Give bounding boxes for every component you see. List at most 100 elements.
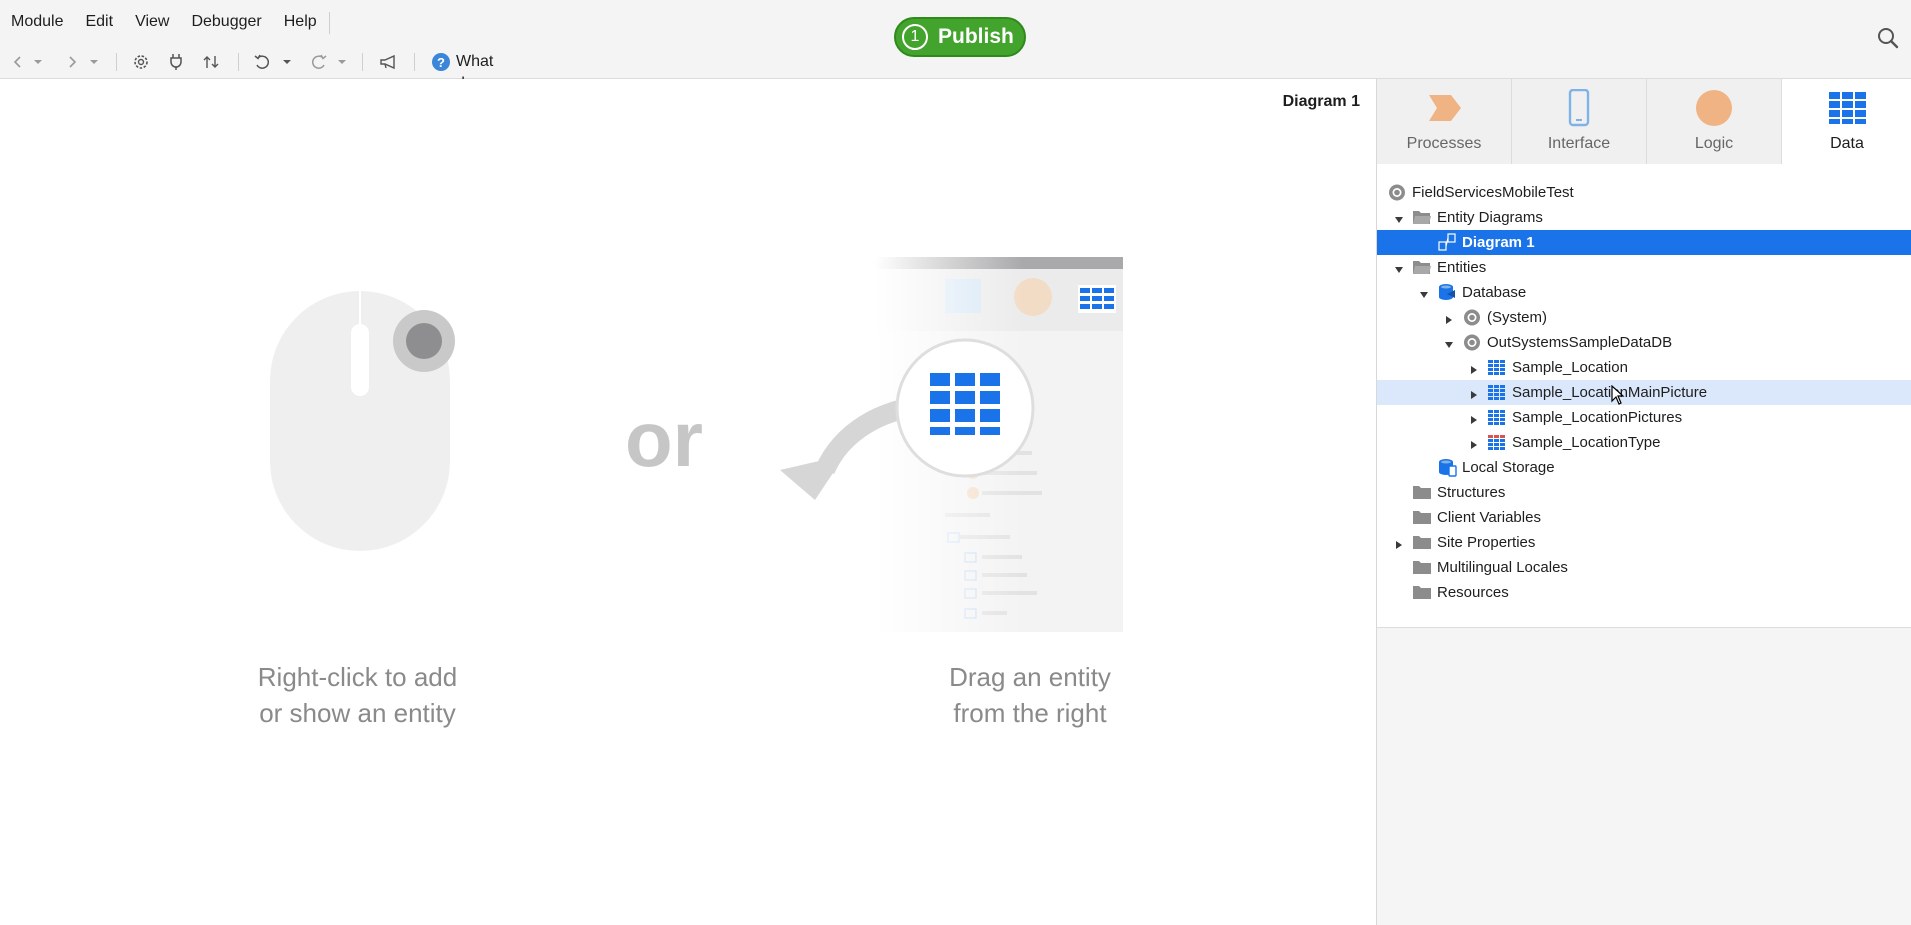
tab-logic[interactable]: Logic <box>1647 79 1782 164</box>
layer-tabs: Processes Interface Logic Data <box>1377 79 1911 164</box>
tree-item-sample-location[interactable]: Sample_Location <box>1377 355 1911 380</box>
tree-item-label: Sample_LocationType <box>1512 434 1661 451</box>
back-icon[interactable] <box>10 52 26 72</box>
collapse-caret-icon[interactable] <box>1394 262 1404 273</box>
elements-tree: FieldServicesMobileTest Entity Diagrams Di… <box>1377 164 1911 628</box>
expand-caret-icon[interactable] <box>1469 362 1479 374</box>
tab-processes[interactable]: Processes <box>1377 79 1512 164</box>
right-panel: Processes Interface Logic Data FieldServ… <box>1376 79 1911 925</box>
tree-item-diagram-1[interactable]: Diagram 1 <box>1377 230 1911 255</box>
tree-item-label: Resources <box>1437 584 1509 601</box>
menu-help[interactable]: Help <box>273 10 328 34</box>
expand-caret-icon[interactable] <box>1469 437 1479 449</box>
expand-caret-icon[interactable] <box>1444 312 1454 324</box>
redo-dropdown-icon[interactable] <box>336 52 348 72</box>
local-storage-icon <box>1437 458 1457 477</box>
help-icon[interactable]: ? <box>432 53 450 71</box>
expand-caret-icon[interactable] <box>1469 412 1479 424</box>
menu-debugger[interactable]: Debugger <box>180 10 272 34</box>
tree-item-label: Entity Diagrams <box>1437 209 1543 226</box>
undo-dropdown-icon[interactable] <box>281 52 293 72</box>
undo-icon[interactable] <box>252 52 272 72</box>
tree-item-database[interactable]: Database <box>1377 280 1911 305</box>
drag-entity-illustration-icon <box>780 257 1123 632</box>
tab-logic-label: Logic <box>1694 135 1734 152</box>
database-icon <box>1437 283 1457 302</box>
forward-icon[interactable] <box>64 52 80 72</box>
back-dropdown-icon[interactable] <box>32 52 44 72</box>
properties-pane <box>1377 628 1911 925</box>
menu-edit[interactable]: Edit <box>74 10 124 34</box>
plug-icon[interactable] <box>167 52 185 72</box>
tree-item-label: Sample_LocationPictures <box>1512 409 1683 426</box>
collapse-caret-icon[interactable] <box>1419 287 1429 298</box>
redo-icon[interactable] <box>309 52 329 72</box>
static-entity-icon <box>1487 433 1507 452</box>
tree-item-sample-locationpictures[interactable]: Sample_LocationPictures <box>1377 405 1911 430</box>
publish-button[interactable]: 1 Publish <box>894 17 1026 57</box>
tree-item-label: Multilingual Locales <box>1437 559 1568 576</box>
tree-item-multilingual-locales[interactable]: Multilingual Locales <box>1377 555 1911 580</box>
tree-item-resources[interactable]: Resources <box>1377 580 1911 605</box>
diagram-canvas[interactable]: Diagram 1 Right-click to add or show an … <box>0 79 1376 925</box>
or-text: or <box>625 395 703 483</box>
tree-item-label: Entities <box>1437 259 1487 276</box>
search-icon[interactable] <box>1876 26 1900 50</box>
collapse-caret-icon[interactable] <box>1394 212 1404 223</box>
process-icon <box>1429 95 1461 121</box>
tree-item-entities[interactable]: Entities <box>1377 255 1911 280</box>
expand-caret-icon[interactable] <box>1394 537 1404 549</box>
folder-open-icon <box>1412 208 1432 227</box>
tree-item-system[interactable]: (System) <box>1377 305 1911 330</box>
tree-item-local-storage[interactable]: Local Storage <box>1377 455 1911 480</box>
tree-item-structures[interactable]: Structures <box>1377 480 1911 505</box>
toolbar-divider <box>116 53 117 71</box>
hint-right-line2: from the right <box>953 698 1107 728</box>
tab-processes-label: Processes <box>1406 135 1482 152</box>
tree-item-client-variables[interactable]: Client Variables <box>1377 505 1911 530</box>
settings-icon[interactable] <box>131 52 151 72</box>
tree-item-label: FieldServicesMobileTest <box>1412 184 1574 201</box>
tab-data[interactable]: Data <box>1782 79 1911 164</box>
tree-item-site-properties[interactable]: Site Properties <box>1377 530 1911 555</box>
tree-item-outsystemssampledatadb[interactable]: OutSystemsSampleDataDB <box>1377 330 1911 355</box>
folder-open-icon <box>1412 258 1432 277</box>
logic-icon <box>1696 90 1732 126</box>
tab-interface[interactable]: Interface <box>1512 79 1647 164</box>
menu-bar: Module Edit View Debugger Help <box>0 10 328 34</box>
folder-icon <box>1412 508 1432 527</box>
compare-merge-icon[interactable] <box>201 52 221 72</box>
tree-item-label: Local Storage <box>1462 459 1555 476</box>
mouse-cursor-icon <box>1611 384 1625 405</box>
menu-module[interactable]: Module <box>0 10 74 34</box>
collapse-caret-icon[interactable] <box>1444 337 1454 348</box>
forward-dropdown-icon[interactable] <box>88 52 100 72</box>
tab-data-label: Data <box>1830 135 1864 152</box>
tree-item-label: Client Variables <box>1437 509 1541 526</box>
toolbar-divider <box>414 53 415 71</box>
app-window: Module Edit View Debugger Help 1 Publish <box>0 0 1911 925</box>
tree-item-entity-diagrams[interactable]: Entity Diagrams <box>1377 205 1911 230</box>
tree-item-label: OutSystemsSampleDataDB <box>1487 334 1673 351</box>
tree-item-sample-locationtype[interactable]: Sample_LocationType <box>1377 430 1911 455</box>
diagram-icon <box>1437 233 1457 252</box>
hint-left-line2: or show an entity <box>259 698 456 728</box>
tree-item-sample-locationmainpicture[interactable]: Sample_LocationMainPicture <box>1377 380 1911 405</box>
entity-icon <box>1487 408 1507 427</box>
tree-item-label: (System) <box>1487 309 1547 326</box>
menu-divider <box>329 12 330 34</box>
module-icon <box>1387 183 1407 202</box>
menu-view[interactable]: View <box>124 10 180 34</box>
module-icon <box>1462 308 1482 327</box>
entity-icon <box>1487 383 1507 402</box>
tab-interface-label: Interface <box>1547 135 1611 152</box>
mouse-illustration-icon <box>270 291 455 551</box>
tree-item-fieldservicesmobiletest[interactable]: FieldServicesMobileTest <box>1377 180 1911 205</box>
tree-item-label: Site Properties <box>1437 534 1536 551</box>
entity-icon <box>1487 358 1507 377</box>
toolbar-divider <box>362 53 363 71</box>
hint-right: Drag an entity from the right <box>905 659 1155 731</box>
expand-caret-icon[interactable] <box>1469 387 1479 399</box>
megaphone-icon[interactable] <box>378 52 400 72</box>
folder-icon <box>1412 483 1432 502</box>
